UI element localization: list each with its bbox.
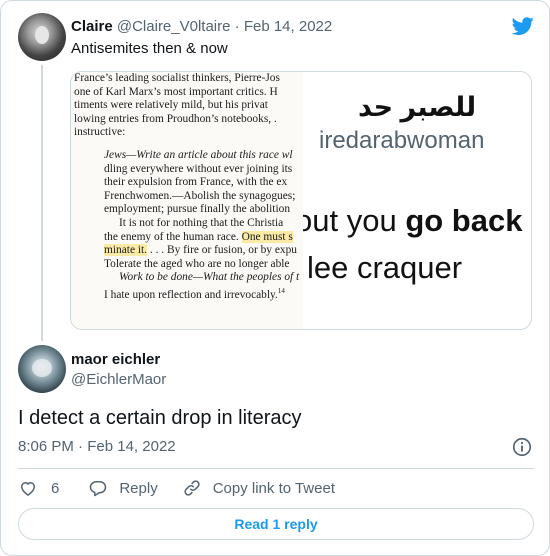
- copy-link-button[interactable]: Copy link to Tweet: [182, 478, 335, 498]
- book-highlight: One must s: [241, 230, 293, 243]
- book-line: Tolerate the aged who are no longer able: [104, 257, 290, 270]
- image-line-1: out you go back: [303, 203, 522, 239]
- heart-icon: [21, 482, 35, 496]
- book-line: one of Karl Marx’s most important critic…: [74, 85, 278, 98]
- book-line-segment: the enemy of the human race.: [104, 230, 239, 243]
- image-line-1-start: out you: [303, 203, 406, 238]
- divider: [18, 468, 534, 469]
- book-line: their expulsion from France, with the ex: [104, 176, 288, 189]
- book-line: Work to be done—What the peoples of t: [119, 271, 300, 284]
- book-line-segment: I hate upon reflection and irrevocably.: [104, 288, 278, 301]
- parent-avatar[interactable]: [18, 13, 66, 61]
- image-handle-text: iredarabwoman: [319, 127, 485, 154]
- book-line: Jews—Write an article about this race wl: [104, 148, 293, 161]
- tweet-text: I detect a certain drop in literacy: [18, 407, 302, 429]
- tweet-time-separator: ·: [78, 438, 84, 455]
- tweet-date[interactable]: Feb 14, 2022: [87, 438, 175, 455]
- book-line: minate it. . . . By fire or fusion, or b…: [74, 244, 303, 258]
- info-icon[interactable]: [511, 436, 533, 458]
- read-replies-button[interactable]: Read 1 reply: [18, 508, 534, 540]
- reply-button[interactable]: Reply: [88, 478, 158, 498]
- author-avatar[interactable]: [18, 345, 66, 393]
- image-line-1-bold: go back: [405, 203, 523, 238]
- book-line-segment: . . . By fire or fusion, or by expu: [149, 244, 297, 257]
- parent-header: Claire @Claire_V0ltaire · Feb 14, 2022: [71, 17, 332, 37]
- parent-media[interactable]: France’s leading socialist thinkers, Pie…: [70, 71, 532, 330]
- image-arabic-text: للصبر حد: [358, 92, 477, 122]
- book-footnote: 14: [277, 286, 285, 295]
- parent-author-name[interactable]: Claire: [71, 18, 113, 35]
- author-name[interactable]: maor eichler: [71, 350, 160, 370]
- book-line: instructive:: [74, 126, 126, 139]
- tweet-timestamp[interactable]: 8:06 PM · Feb 14, 2022: [18, 437, 176, 457]
- thread-connector-line: [41, 65, 43, 341]
- action-bar: 6 Reply Copy link to Tweet: [18, 478, 335, 498]
- author-handle[interactable]: @EichlerMaor: [71, 370, 166, 390]
- link-icon: [184, 480, 200, 496]
- book-excerpt-image: France’s leading socialist thinkers, Pie…: [71, 72, 303, 329]
- tweet-embed-card: Claire @Claire_V0ltaire · Feb 14, 2022 A…: [0, 0, 550, 556]
- book-line: Frenchwomen.—Abolish the synagogues;: [104, 189, 296, 202]
- copy-link-label: Copy link to Tweet: [212, 479, 335, 497]
- like-button[interactable]: 6: [18, 478, 59, 498]
- parent-author-handle[interactable]: @Claire_V0ltaire: [117, 18, 231, 35]
- parent-tweet-text: Antisemites then & now: [71, 40, 228, 57]
- parent-separator: ·: [234, 18, 240, 35]
- like-count: 6: [51, 479, 60, 497]
- book-line: timents were relatively mild, but his pr…: [74, 99, 268, 112]
- parent-date[interactable]: Feb 14, 2022: [244, 18, 332, 35]
- twitter-bird-icon[interactable]: [511, 15, 535, 37]
- book-line: France’s leading socialist thinkers, Pie…: [74, 72, 280, 84]
- book-line: lowing entries from Proudhon’s notebooks…: [74, 112, 277, 125]
- reply-bubble-icon: [90, 481, 107, 497]
- book-line: It is not for nothing that the Christia: [119, 216, 284, 229]
- reply-label: Reply: [119, 479, 158, 497]
- screenshot-image: للصبر حد iredarabwoman out you go back l…: [303, 72, 531, 329]
- book-line: dling everywhere without ever joining it…: [104, 162, 293, 175]
- book-line: employment; pursue finally the abolition: [104, 203, 291, 216]
- book-line: the enemy of the human race. One must s: [74, 230, 303, 245]
- book-line: I hate upon reflection and irrevocably.1…: [74, 285, 303, 302]
- book-highlight: minate it.: [104, 244, 148, 257]
- tweet-time[interactable]: 8:06 PM: [18, 438, 74, 455]
- image-line-2: lee craquer: [307, 250, 463, 285]
